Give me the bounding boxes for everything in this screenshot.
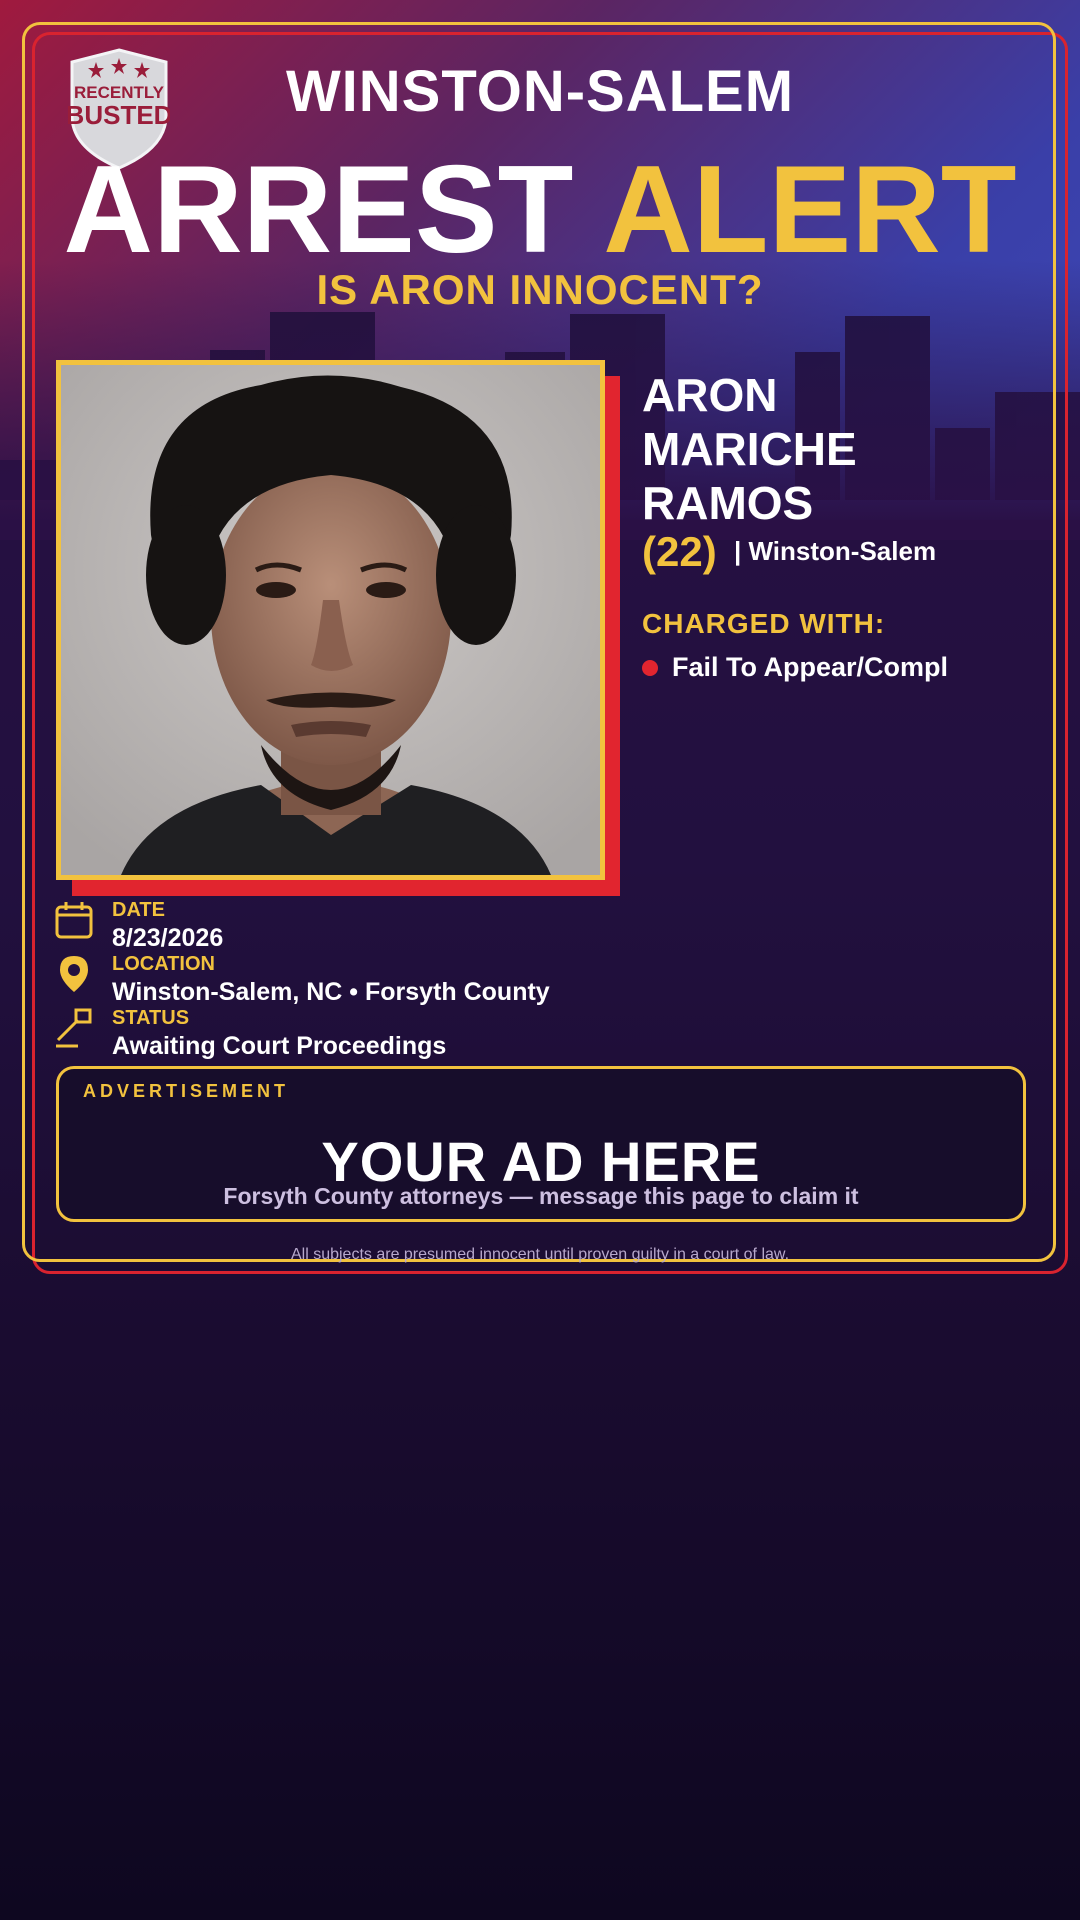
location-value: Winston-Salem, NC • Forsyth County [112, 978, 550, 1006]
date-value: 8/23/2026 [112, 924, 224, 952]
ad-label: ADVERTISEMENT [83, 1081, 290, 1101]
ad-subtitle: Forsyth County attorneys — message this … [223, 1183, 859, 1209]
calendar-icon [55, 902, 93, 939]
status-value: Awaiting Court Proceedings [112, 1032, 447, 1060]
mugshot-image [61, 365, 600, 875]
city-heading: WINSTON-SALEM [285, 59, 795, 124]
mugshot-photo [56, 360, 605, 880]
subject-age: (22) [642, 528, 717, 575]
headline: ARREST ALERT [0, 140, 1080, 280]
charge-item: Fail To Appear/Compl [672, 652, 949, 682]
headline-arrest: ARREST [63, 141, 574, 279]
status-label: STATUS [112, 1007, 190, 1029]
name-line-first: ARON [642, 369, 778, 421]
subject-name: ARON MARICHE RAMOS [642, 368, 1062, 530]
headline-alert: ALERT [603, 141, 1017, 279]
name-line-last: RAMOS [642, 477, 814, 529]
innocence-question: IS ARON INNOCENT? [316, 266, 764, 313]
gavel-icon [56, 1008, 92, 1048]
disclaimer: All subjects are presumed innocent until… [290, 1246, 790, 1263]
name-line-middle: MARICHE [642, 423, 857, 475]
advertisement-box[interactable]: ADVERTISEMENT YOUR AD HERE Forsyth Count… [56, 1066, 1026, 1222]
date-label: DATE [112, 899, 165, 921]
location-pin-icon [60, 956, 88, 992]
location-label: LOCATION [112, 953, 215, 975]
charged-with-label: CHARGED WITH: [642, 608, 886, 639]
charge-bullet [642, 660, 658, 676]
subject-city: | Winston-Salem [734, 536, 937, 566]
